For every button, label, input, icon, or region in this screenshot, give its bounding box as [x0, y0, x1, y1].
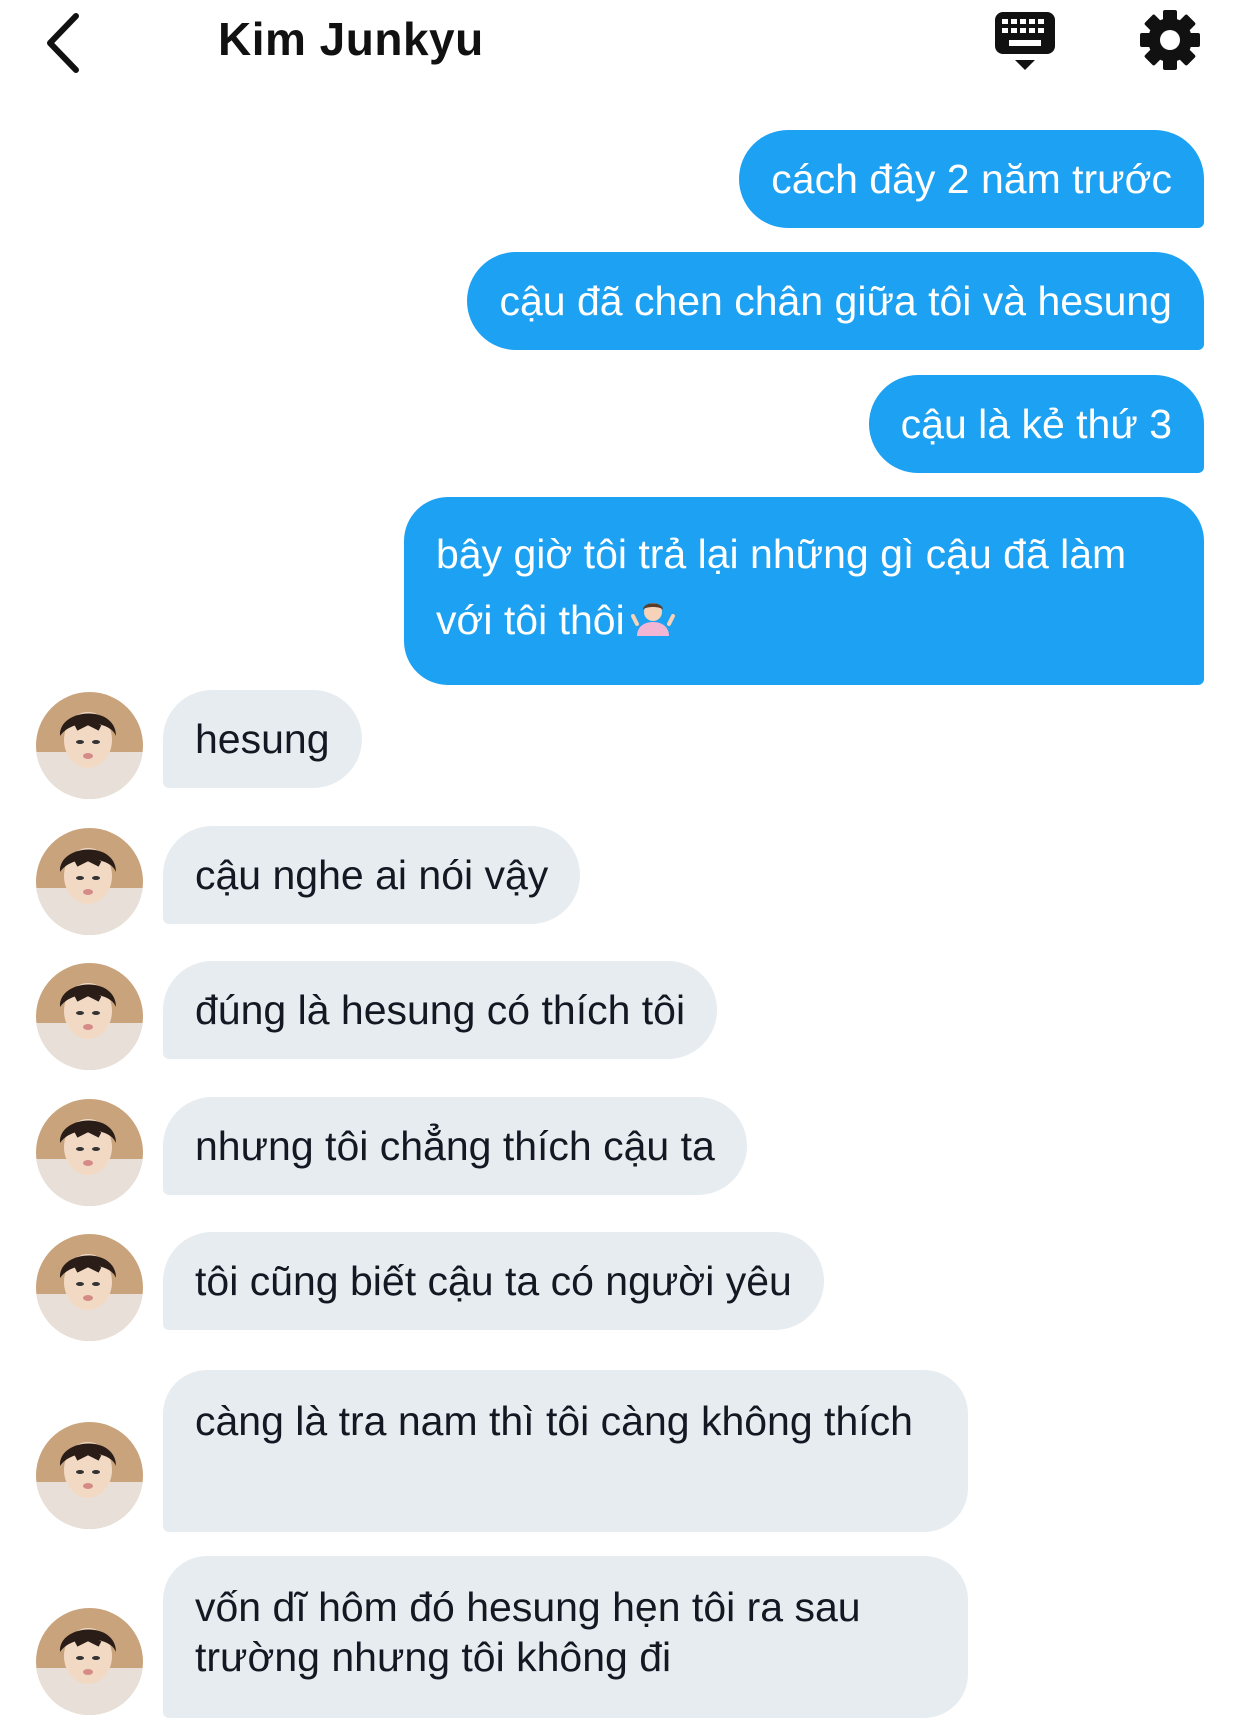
received-message[interactable]: tôi cũng biết cậu ta có người yêu — [163, 1232, 824, 1330]
sent-message[interactable]: cách đây 2 năm trước — [739, 130, 1204, 228]
avatar[interactable] — [36, 1422, 143, 1529]
received-message[interactable]: vốn dĩ hôm đó hesung hẹn tôi ra sau trườ… — [163, 1556, 968, 1718]
message-text: cậu đã chen chân giữa tôi và hesung — [499, 278, 1172, 324]
message-text: càng là tra nam thì tôi càng không thích — [195, 1398, 913, 1444]
sent-message[interactable]: cậu đã chen chân giữa tôi và hesung — [467, 252, 1204, 350]
avatar[interactable] — [36, 1099, 143, 1206]
message-text: đúng là hesung có thích tôi — [195, 987, 686, 1033]
message-text: cậu là kẻ thứ 3 — [900, 401, 1172, 447]
message-text: hesung — [195, 716, 330, 762]
received-message[interactable]: hesung — [163, 690, 362, 788]
message-text: nhưng tôi chẳng thích cậu ta — [195, 1123, 715, 1169]
message-text: cách đây 2 năm trước — [771, 156, 1172, 202]
sent-message[interactable]: bây giờ tôi trả lại những gì cậu đã làm … — [404, 497, 1204, 685]
message-text: tôi cũng biết cậu ta có người yêu — [195, 1258, 792, 1304]
sent-message[interactable]: cậu là kẻ thứ 3 — [868, 375, 1204, 473]
received-message[interactable]: cậu nghe ai nói vậy — [163, 826, 581, 924]
avatar[interactable] — [36, 828, 143, 935]
message-text: bây giờ tôi trả lại những gì cậu đã làm … — [436, 531, 1127, 643]
avatar[interactable] — [36, 1234, 143, 1341]
message-thread: cách đây 2 năm trước cậu đã chen chân gi… — [0, 0, 1242, 1727]
received-message[interactable]: càng là tra nam thì tôi càng không thích — [163, 1370, 968, 1532]
message-text: vốn dĩ hôm đó hesung hẹn tôi ra sau trườ… — [195, 1584, 861, 1680]
message-text: cậu nghe ai nói vậy — [195, 852, 549, 898]
received-message[interactable]: nhưng tôi chẳng thích cậu ta — [163, 1097, 747, 1195]
avatar[interactable] — [36, 692, 143, 799]
avatar[interactable] — [36, 1608, 143, 1715]
person-shrugging-emoji — [630, 593, 675, 659]
avatar[interactable] — [36, 963, 143, 1070]
received-message[interactable]: đúng là hesung có thích tôi — [163, 961, 718, 1059]
